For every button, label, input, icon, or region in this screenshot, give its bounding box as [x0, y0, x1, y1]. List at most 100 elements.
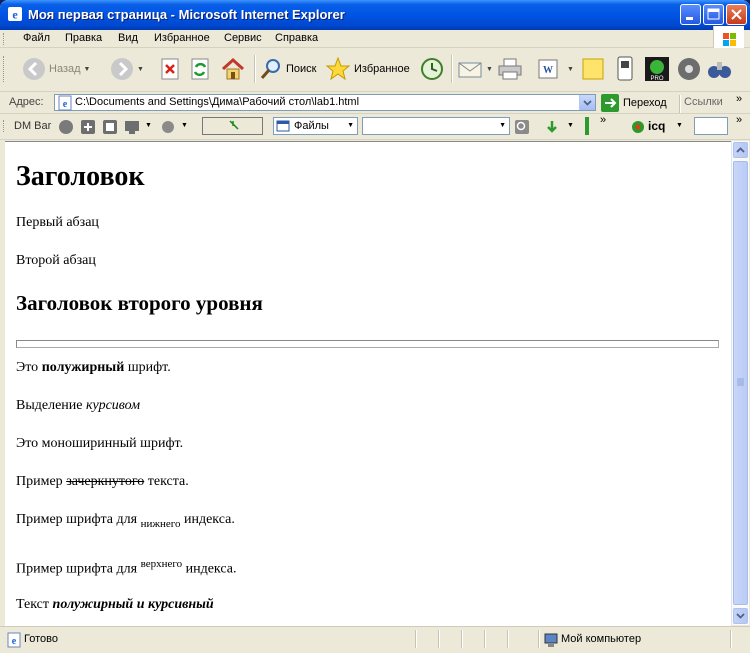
scroll-up-icon	[736, 147, 745, 153]
download-icon[interactable]	[544, 119, 560, 135]
toolbar-grip[interactable]	[3, 56, 7, 82]
stop-button[interactable]	[160, 54, 180, 84]
forward-button[interactable]: ▼	[110, 54, 144, 84]
chevron-down-icon	[583, 100, 592, 106]
icq-label[interactable]: icq	[648, 119, 665, 133]
phone-icon	[617, 56, 633, 81]
menu-favorites[interactable]: Избранное	[154, 32, 210, 44]
history-button[interactable]	[419, 54, 445, 84]
dm-chevron-right-icon[interactable]: »	[600, 114, 606, 126]
settings-icon[interactable]	[160, 119, 176, 135]
files-label: Файлы	[294, 120, 329, 132]
icq-flower-icon[interactable]	[630, 119, 646, 135]
thumb-grip-icon	[737, 378, 744, 386]
vertical-scrollbar[interactable]	[731, 141, 749, 625]
menu-tools[interactable]: Сервис	[224, 32, 262, 44]
back-button[interactable]: Назад ▼	[22, 54, 90, 84]
minimize-icon	[686, 17, 693, 20]
menu-view[interactable]: Вид	[118, 32, 138, 44]
binoculars-icon	[708, 62, 731, 78]
bold-italic-paragraph: Текст полужирный и курсивный	[16, 597, 214, 612]
page-status-icon: e	[7, 632, 21, 648]
address-value: C:\Documents and Settings\Дима\Рабочий с…	[75, 96, 360, 108]
home-button[interactable]	[220, 54, 246, 84]
menu-edit[interactable]: Правка	[65, 32, 102, 44]
page-icon: e	[58, 95, 72, 111]
printer-icon	[498, 58, 522, 80]
monitor-icon[interactable]	[124, 119, 140, 135]
favorites-button[interactable]: Избранное	[325, 54, 410, 84]
search-label: Поиск	[286, 63, 317, 75]
icq-chevron-right-icon[interactable]: »	[736, 114, 742, 126]
gear-icon	[678, 58, 700, 80]
window-icon[interactable]	[102, 119, 118, 135]
home-icon	[221, 57, 245, 80]
scroll-thumb[interactable]	[733, 161, 748, 605]
discuss-button[interactable]	[581, 54, 605, 84]
go-arrow-icon	[601, 94, 619, 112]
minimize-button[interactable]	[680, 4, 701, 25]
search-button[interactable]: Поиск	[259, 54, 316, 84]
back-dropdown-icon[interactable]: ▼	[84, 66, 91, 73]
stop-icon	[161, 58, 179, 80]
icq-pro-icon: PRO	[645, 57, 669, 82]
mail-button[interactable]: ▼	[457, 54, 493, 84]
dm-toolbar: DM Bar ▼ ▼ Файлы ▼ ▼ ▼ » icq ▼ »	[0, 114, 750, 140]
download-dropdown-icon[interactable]: ▼	[567, 122, 574, 129]
toolbar-grip[interactable]	[3, 120, 7, 132]
edit-dropdown-icon[interactable]: ▼	[567, 66, 574, 73]
mail-dropdown-icon[interactable]: ▼	[486, 66, 493, 73]
scroll-up-button[interactable]	[733, 142, 748, 158]
address-dropdown-button[interactable]	[579, 95, 595, 110]
close-icon	[731, 9, 742, 20]
research-button[interactable]	[676, 54, 702, 84]
strike-paragraph: Пример зачеркнутого текста.	[16, 474, 189, 489]
status-text: Готово	[24, 633, 58, 645]
search-go-icon[interactable]	[514, 119, 530, 135]
menu-help[interactable]: Справка	[275, 32, 318, 44]
dm-search-input[interactable]: ▼	[362, 117, 510, 135]
menu-file[interactable]: Файл	[23, 32, 50, 44]
print-button[interactable]	[497, 54, 523, 84]
dm-dropdown-icon[interactable]: ▼	[145, 122, 152, 129]
messenger-button[interactable]	[614, 54, 636, 84]
toolbar-grip[interactable]	[3, 33, 7, 45]
icq-pro-button[interactable]: PRO	[644, 54, 670, 84]
refresh-button[interactable]	[190, 54, 212, 84]
first-paragraph: Первый абзац	[16, 215, 99, 230]
note-icon	[582, 58, 604, 80]
svg-text:e: e	[12, 8, 18, 22]
icq-input[interactable]	[694, 117, 728, 135]
forward-dropdown-icon[interactable]: ▼	[137, 66, 144, 73]
links-button[interactable]: Ссылки	[684, 96, 723, 108]
settings-dropdown-icon[interactable]: ▼	[181, 122, 188, 129]
svg-text:e: e	[12, 636, 17, 647]
mail-icon	[458, 62, 482, 78]
maximize-button[interactable]	[703, 4, 724, 25]
scroll-down-button[interactable]	[733, 608, 748, 624]
go-label: Переход	[623, 97, 667, 109]
maximize-icon	[707, 8, 720, 20]
address-label: Адрес:	[9, 96, 44, 108]
security-zone: Мой компьютер	[561, 633, 642, 645]
files-select[interactable]: Файлы ▼	[273, 117, 358, 135]
mono-paragraph: Это моноширинный шрифт.	[16, 436, 184, 451]
go-button[interactable]: Переход	[601, 94, 667, 112]
refresh-icon	[191, 58, 209, 80]
dm-search-dropdown-icon[interactable]: ▼	[499, 122, 506, 129]
chevron-right-icon[interactable]: »	[736, 93, 742, 105]
progress-box	[202, 117, 263, 135]
add-icon[interactable]	[80, 119, 96, 135]
second-paragraph: Второй абзац	[16, 253, 96, 268]
edit-button[interactable]: W ▼	[537, 54, 574, 84]
page-viewport[interactable]: Заголовок Первый абзац Второй абзац Заго…	[5, 141, 731, 626]
menu-bar: Файл Правка Вид Избранное Сервис Справка	[0, 26, 750, 54]
icq-dropdown-icon[interactable]: ▼	[676, 122, 683, 129]
title-bar[interactable]: e Моя первая страница - Microsoft Intern…	[0, 0, 750, 30]
globe-icon[interactable]	[58, 119, 74, 135]
files-dropdown-icon[interactable]: ▼	[347, 122, 354, 129]
close-button[interactable]	[726, 4, 747, 25]
tools-button[interactable]	[706, 54, 732, 84]
svg-text:e: e	[63, 99, 68, 110]
address-input[interactable]: e C:\Documents and Settings\Дима\Рабочий…	[54, 94, 596, 111]
